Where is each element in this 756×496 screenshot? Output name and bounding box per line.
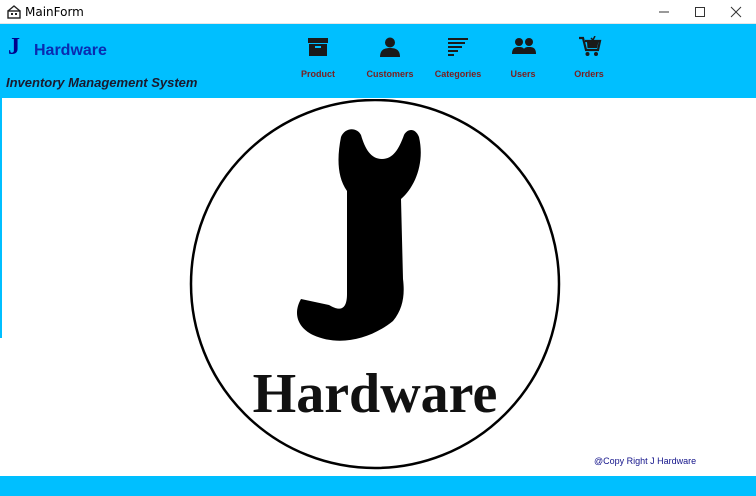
nav-orders[interactable]: Orders — [554, 34, 624, 94]
nav-customers[interactable]: Customers — [355, 34, 425, 94]
header-bar: J Hardware Inventory Management System P… — [0, 24, 756, 98]
list-lines-icon — [448, 38, 468, 56]
maximize-icon — [695, 7, 705, 17]
window-title: MainForm — [25, 5, 84, 19]
footer-bar — [0, 476, 756, 496]
logo-text: Hardware — [253, 363, 498, 425]
person-icon — [380, 37, 400, 57]
copyright-text: @Copy Right J Hardware — [594, 456, 697, 466]
nav-label: Users — [510, 69, 536, 79]
box-icon — [308, 38, 328, 56]
close-icon — [730, 6, 742, 18]
nav-users[interactable]: Users — [488, 34, 558, 94]
users-group-icon — [512, 38, 536, 54]
left-edge-strip — [0, 98, 2, 338]
nav-label: Orders — [574, 69, 604, 79]
app-icon — [7, 5, 21, 19]
nav-label: Product — [300, 69, 335, 79]
close-button[interactable] — [716, 0, 756, 24]
minimize-button[interactable] — [644, 0, 684, 24]
app-subtitle: Inventory Management System — [6, 75, 198, 90]
nav-product[interactable]: Product — [283, 34, 353, 94]
maximize-button[interactable] — [680, 0, 720, 24]
nav-categories[interactable]: Categories — [423, 34, 493, 94]
company-logo: Hardware — [189, 98, 561, 473]
nav-label: Customers — [366, 69, 414, 79]
logo-graphic: Hardware — [189, 98, 561, 470]
window-title-bar: MainForm — [0, 0, 756, 24]
minimize-icon — [659, 11, 669, 13]
brand-name: Hardware — [34, 42, 107, 59]
brand-logo-letter: J — [8, 34, 20, 60]
shopping-cart-icon — [579, 36, 602, 56]
nav-label: Categories — [434, 69, 482, 79]
